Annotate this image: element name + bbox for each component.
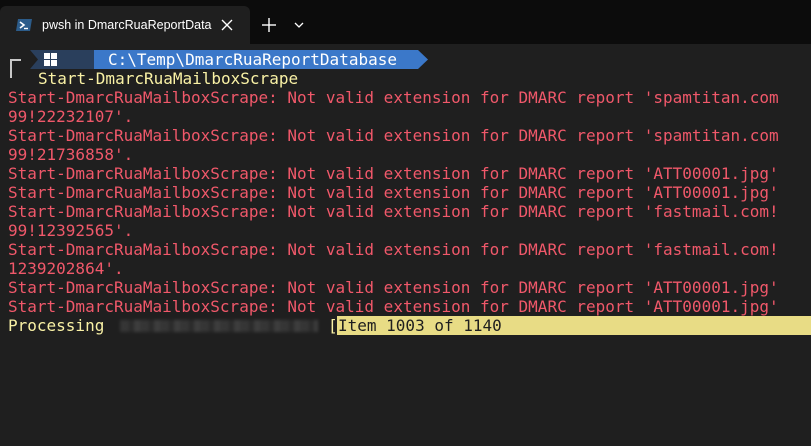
progress-line: Processing [ Item 1003 of 1140 bbox=[8, 316, 811, 335]
prompt-path: C:\Temp\DmarcRuaReportDatabase bbox=[108, 50, 397, 69]
windows-icon bbox=[44, 53, 57, 66]
error-line: Start-DmarcRuaMailboxScrape: Not valid e… bbox=[8, 240, 779, 259]
error-line: Start-DmarcRuaMailboxScrape: Not valid e… bbox=[8, 183, 779, 202]
error-line: Start-DmarcRuaMailboxScrape: Not valid e… bbox=[8, 202, 779, 221]
progress-status: Item 1003 of 1140 bbox=[338, 316, 502, 335]
error-line: 99!12392565'. bbox=[8, 221, 134, 240]
error-line: Start-DmarcRuaMailboxScrape: Not valid e… bbox=[8, 297, 779, 316]
terminal-pane[interactable]: C:\Temp\DmarcRuaReportDatabase Start-Dma… bbox=[0, 44, 811, 446]
error-line: Start-DmarcRuaMailboxScrape: Not valid e… bbox=[8, 88, 779, 107]
command-text: Start-DmarcRuaMailboxScrape bbox=[38, 69, 299, 88]
error-line: 1239202864'. bbox=[8, 259, 124, 278]
tab-bar: pwsh in DmarcRuaReportData bbox=[0, 0, 811, 50]
error-line: 99!22232107'. bbox=[8, 107, 134, 126]
prompt-segment: C:\Temp\DmarcRuaReportDatabase bbox=[30, 50, 428, 69]
prompt-connector bbox=[10, 59, 21, 78]
close-icon[interactable] bbox=[218, 16, 236, 34]
terminal-output: Start-DmarcRuaMailboxScrape: Not valid e… bbox=[8, 88, 811, 316]
error-line: Start-DmarcRuaMailboxScrape: Not valid e… bbox=[8, 164, 779, 183]
chevron-down-icon[interactable] bbox=[290, 16, 308, 34]
tab-title: pwsh in DmarcRuaReportData bbox=[42, 18, 212, 32]
progress-label: Processing bbox=[8, 316, 105, 335]
plus-icon[interactable] bbox=[258, 14, 280, 36]
error-line: Start-DmarcRuaMailboxScrape: Not valid e… bbox=[8, 278, 779, 297]
redacted-mailbox bbox=[120, 320, 318, 332]
error-line: 99!21736858'. bbox=[8, 145, 134, 164]
powershell-icon bbox=[16, 17, 32, 33]
progress-bar: Item 1003 of 1140 bbox=[337, 316, 811, 335]
tab-pwsh[interactable]: pwsh in DmarcRuaReportData bbox=[0, 6, 250, 44]
error-line: Start-DmarcRuaMailboxScrape: Not valid e… bbox=[8, 126, 779, 145]
